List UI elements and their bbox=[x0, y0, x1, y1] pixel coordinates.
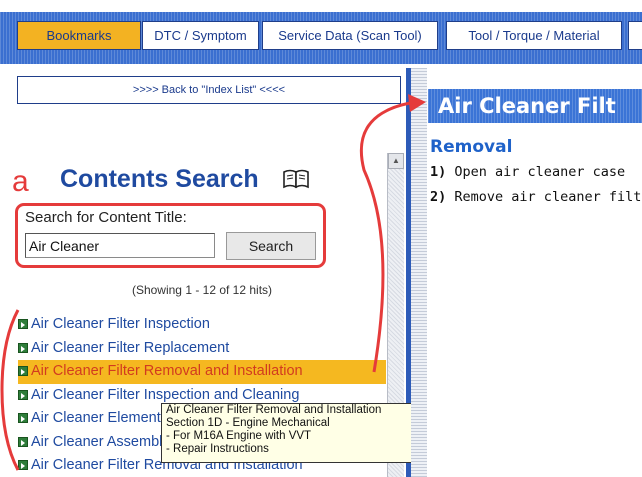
document-panel bbox=[411, 68, 642, 477]
tooltip-line: Section 1D - Engine Mechanical bbox=[166, 417, 330, 429]
search-label: Search for Content Title: bbox=[25, 209, 187, 226]
tab-service-data[interactable]: Service Data (Scan Tool) bbox=[262, 21, 438, 50]
top-tab-bar: Bookmarks DTC / Symptom Service Data (Sc… bbox=[0, 0, 642, 68]
document-step: 2) Remove air cleaner filt bbox=[430, 189, 642, 205]
tooltip-line: Air Cleaner Filter Removal and Installat… bbox=[166, 404, 382, 416]
document-title: Air Cleaner Filt bbox=[428, 89, 642, 123]
document-section-heading: Removal bbox=[430, 137, 513, 157]
document-step: 1) Open air cleaner case bbox=[430, 164, 626, 180]
tooltip-line: - For M16A Engine with VVT bbox=[166, 430, 312, 442]
back-to-index-link[interactable]: >>>> Back to "Index List" <<<< bbox=[17, 76, 401, 104]
result-item[interactable]: Air Cleaner Filter Inspection bbox=[18, 313, 388, 337]
result-tooltip: Air Cleaner Filter Removal and Installat… bbox=[161, 403, 437, 463]
annotation-bracket bbox=[0, 309, 20, 471]
hits-count: (Showing 1 - 12 of 12 hits) bbox=[131, 283, 273, 297]
search-input[interactable] bbox=[25, 233, 215, 258]
annotation-letter: a bbox=[12, 165, 29, 198]
tab-bookmarks[interactable]: Bookmarks bbox=[17, 21, 141, 50]
search-button[interactable]: Search bbox=[226, 232, 316, 260]
book-icon bbox=[283, 169, 309, 189]
scroll-up-arrow-icon[interactable]: ▲ bbox=[388, 153, 404, 169]
result-item-selected[interactable]: Air Cleaner Filter Removal and Installat… bbox=[18, 360, 386, 384]
result-item[interactable]: Air Cleaner Filter Replacement bbox=[18, 337, 388, 361]
tooltip-line: - Repair Instructions bbox=[166, 443, 269, 455]
document-frame-edge bbox=[411, 68, 427, 477]
tab-dtc-symptom[interactable]: DTC / Symptom bbox=[142, 21, 259, 50]
contents-search-title: Contents Search bbox=[60, 165, 259, 193]
tab-overflow[interactable] bbox=[628, 21, 642, 50]
tab-tool-torque-material[interactable]: Tool / Torque / Material bbox=[446, 21, 622, 50]
